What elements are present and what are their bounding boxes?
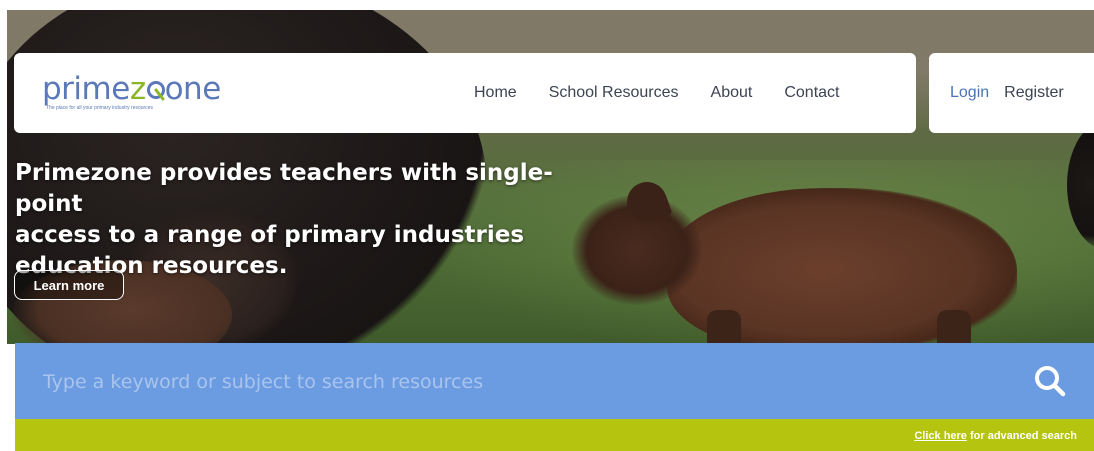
auth-box: Login Register (929, 53, 1094, 133)
advanced-search-suffix: for advanced search (966, 430, 1077, 442)
logo-q-icon (146, 81, 165, 101)
brown-calf-leg-shape (937, 310, 971, 344)
nav-links: Home School Resources About Contact (474, 53, 871, 133)
nav-item-contact[interactable]: Contact (784, 84, 839, 102)
page: primez one The place for all your primary… (0, 0, 1094, 451)
learn-more-button[interactable]: Learn more (14, 270, 124, 300)
advanced-search-strip: Click here for advanced search (15, 419, 1094, 451)
register-link[interactable]: Register (1004, 84, 1064, 102)
hero-headline: Primezone provides teachers with single-… (15, 158, 615, 282)
logo-wordmark: primez one (42, 71, 221, 107)
search-bar (15, 343, 1094, 419)
advanced-search-text: Click here for advanced search (914, 430, 1077, 442)
search-icon[interactable] (1032, 363, 1068, 399)
primezone-logo[interactable]: primez one The place for all your primary… (42, 71, 221, 112)
search-input[interactable] (41, 363, 945, 401)
nav-item-school-resources[interactable]: School Resources (549, 84, 679, 102)
hero-headline-line-2: access to a range of primary industries (15, 222, 525, 248)
main-navbar: primez one The place for all your primary… (14, 53, 916, 133)
login-link[interactable]: Login (950, 84, 989, 102)
logo-accent-letter: z (129, 71, 146, 107)
brown-calf-leg-shape (707, 310, 741, 344)
hero-headline-line-1: Primezone provides teachers with single-… (15, 160, 553, 217)
advanced-search-link[interactable]: Click here (914, 430, 967, 442)
nav-item-home[interactable]: Home (474, 84, 517, 102)
nav-item-about[interactable]: About (711, 84, 753, 102)
